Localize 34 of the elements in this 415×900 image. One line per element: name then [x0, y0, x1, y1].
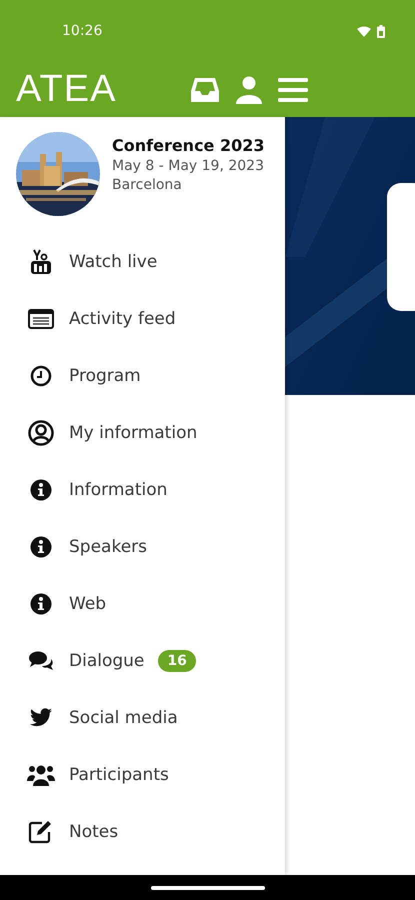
profile-button[interactable]	[236, 76, 262, 104]
menu-item[interactable]: Web	[0, 575, 285, 632]
battery-icon	[377, 24, 385, 38]
wifi-icon	[357, 26, 371, 36]
inbox-button[interactable]	[190, 76, 220, 102]
menu-button[interactable]	[278, 76, 308, 102]
video-logo-icon	[30, 248, 52, 274]
info-icon	[30, 592, 52, 614]
menu-item[interactable]: Information	[0, 461, 285, 518]
count-badge: 16	[158, 650, 196, 672]
info-icon	[30, 478, 52, 500]
menu-item[interactable]: My information	[0, 404, 285, 461]
menu-item[interactable]: Dialogue 16	[0, 632, 285, 689]
edit-icon	[28, 820, 54, 844]
menu-item[interactable]: Social media	[0, 689, 285, 746]
menu-item[interactable]: Program	[0, 347, 285, 404]
home-handle[interactable]	[150, 886, 264, 890]
menu-item[interactable]: Notes	[0, 803, 285, 860]
bird-icon	[29, 708, 53, 728]
menu-item[interactable]: Watch live	[0, 233, 285, 290]
menu-item[interactable]: Speakers	[0, 518, 285, 575]
group-icon	[27, 762, 55, 786]
event-city: Barcelona	[112, 177, 183, 193]
speech-bubbles-icon	[28, 650, 54, 672]
event-title: Conference 2023	[112, 136, 265, 155]
clock-icon	[30, 364, 52, 386]
list-window-icon	[28, 308, 54, 328]
user-circle-icon	[28, 420, 54, 446]
clock: 10:26	[62, 23, 104, 39]
menu-item[interactable]: Participants	[0, 746, 285, 803]
event-dates: May 8 - May 19, 2023	[112, 158, 265, 174]
info-icon	[30, 536, 52, 558]
menu-item[interactable]: Activity feed	[0, 290, 285, 347]
logo: ATEA	[16, 68, 118, 111]
